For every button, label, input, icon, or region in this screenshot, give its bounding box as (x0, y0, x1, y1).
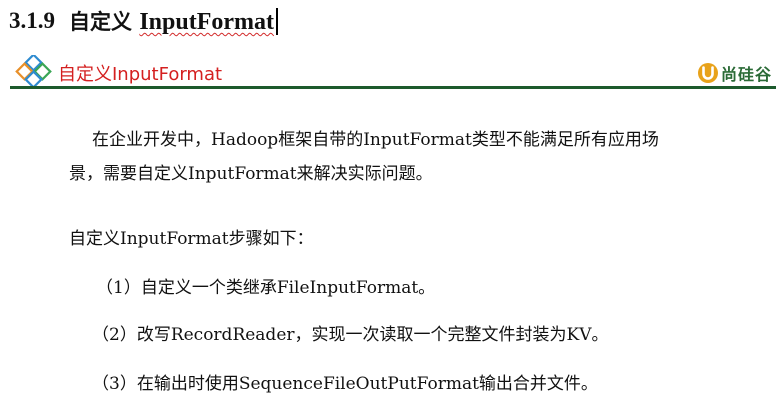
brand-name: 尚硅谷 (720, 65, 772, 84)
section-heading: 3.1.9 自定义 InputFormat (9, 4, 278, 38)
section-number: 3.1.9 (9, 8, 55, 33)
paragraph-line-2: 景，需要自定义InputFormat来解决实际问题。 (69, 164, 433, 184)
section-title-name: InputFormat (139, 9, 274, 35)
slide-banner: 自定义InputFormat 尚硅谷 (10, 55, 776, 89)
banner-divider (10, 86, 776, 89)
brand-logo: 尚硅谷 (697, 61, 772, 85)
steps-intro: 自定义InputFormat步骤如下： (69, 229, 314, 249)
banner-title: 自定义InputFormat (58, 64, 223, 85)
paragraph-line-1: 在企业开发中，Hadoop框架自带的InputFormat类型不能满足所有应用场 (92, 130, 659, 150)
step-item: （3）在输出时使用SequenceFileOutPutFormat输出合并文件。 (92, 374, 598, 394)
brand-mark-icon (697, 63, 718, 83)
step-item: （1）自定义一个类继承FileInputFormat。 (96, 278, 436, 298)
section-title: 自定义 InputFormat (69, 6, 274, 36)
section-title-prefix: 自定义 (69, 10, 132, 34)
step-item: （2）改写RecordReader，实现一次读取一个完整文件封装为KV。 (92, 325, 609, 345)
text-cursor (275, 7, 278, 35)
diamond-logo-icon (15, 55, 52, 88)
